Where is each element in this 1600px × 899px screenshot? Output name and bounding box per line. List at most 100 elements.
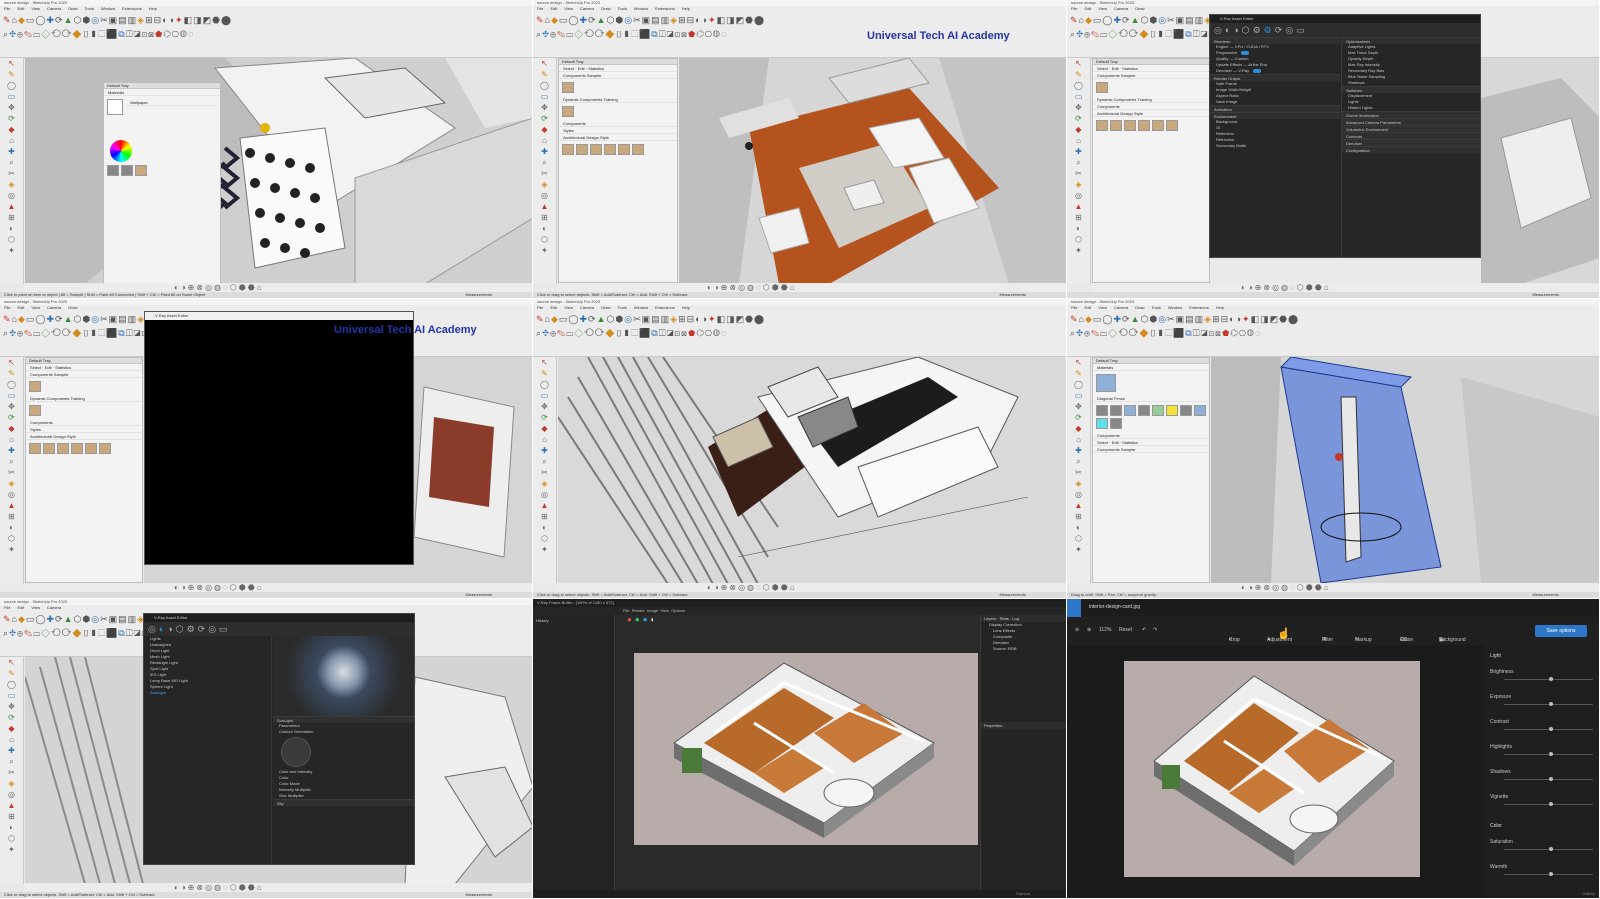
bottom-toolbar[interactable]: ◐◑⊕⊗◎◍◌⬡⬢⬣⌂ — [1091, 283, 1599, 292]
component-item[interactable]: Components Sampler — [1093, 446, 1209, 453]
redo-icon[interactable]: ↷ — [1153, 627, 1157, 633]
vray-editor-toolbar[interactable]: ◎◐◑⬡⚙⚙⟳◎▭ — [1210, 23, 1480, 37]
undo-icon[interactable]: ↶ — [1142, 627, 1146, 633]
toolbar-row-2[interactable]: ⌕✥⊕✎▭◇⟲⟳◆▯▮⬚⬛⧉◫◪⊡⊠⬟⌬⎔◍◌ — [1067, 327, 1599, 339]
vray-section[interactable]: Contours — [1342, 132, 1480, 139]
large-tool-set[interactable]: ↖ ✎ ◯ ▭ ✥ ⟳ ◆ ⌂ ✚ ⌕ ✂ ◈ ◎ ▲ ⊞ ◐ ⬡ ✦ — [1067, 357, 1091, 584]
component-item[interactable]: Dynamic Components Training — [1093, 96, 1209, 103]
material-name[interactable]: Diagonal Fence — [1093, 395, 1209, 402]
model-viewport[interactable] — [679, 58, 1066, 283]
adjustment-slider[interactable] — [1504, 727, 1593, 731]
editor-toolbar[interactable]: ⊖ ⊕ 112% Reset ↶ ↷ ⌗ Crop ✦ Adjustment ⚗… — [1067, 617, 1599, 645]
menu-bar[interactable]: File Edit View Camera Draw Tools Window Extensi… — [533, 6, 1066, 12]
zoom-level[interactable]: 112% — [1099, 627, 1111, 633]
toolbar-row-1[interactable]: ✎⌂◆▭◯✚⟳▲⬡⬢◎✂▣▤▥◈⊞⊟◐◑✦◧◨◩⬣⬤ — [533, 14, 1066, 26]
component-item[interactable]: Components Sampler — [1093, 72, 1209, 79]
vfb-menu[interactable]: File Render Image View Options — [533, 607, 1066, 615]
bottom-toolbar[interactable]: ◐◑⊕⊗◎◍◌⬡⬢⬣⌂ — [24, 283, 532, 292]
slider-knob[interactable] — [1548, 847, 1553, 851]
slider-knob[interactable] — [1548, 752, 1553, 756]
model-viewport[interactable] — [558, 357, 1066, 583]
vray-section[interactable]: Configuration — [1342, 146, 1480, 153]
slider-knob[interactable] — [1548, 702, 1553, 706]
toolbar-row-1[interactable]: ✎⌂◆▭◯✚⟳▲⬡⬢◎✂▣▤▥◈⊞⊟◐◑✦◧◨◩⬣⬤ — [0, 14, 532, 26]
adjustment-slider[interactable] — [1504, 777, 1593, 781]
slider-knob[interactable] — [1548, 677, 1553, 681]
default-tray[interactable]: Default Tray Select · Edit · Statistics … — [1092, 58, 1210, 283]
zoom-out-icon[interactable]: ⊖ — [1075, 627, 1079, 633]
menu-bar[interactable]: File Edit View Camera Draw Tools Window Extensi… — [0, 6, 532, 12]
vray-section[interactable]: Render Output — [1210, 74, 1340, 81]
material-search-field[interactable]: Wallpaper — [126, 99, 217, 106]
vray-row[interactable]: Secondary Matte — [1210, 143, 1340, 149]
large-tool-set[interactable]: ↖ ✎ ◯ ▭ ✥ ⟳ ◆ ⌂ ✚ ⌕ ✂ ◈ ◎ ▲ ⊞ ◐ ⬡ ✦ — [0, 58, 24, 284]
bottom-toolbar[interactable]: ◐◑⊕⊗◎◍◌⬡⬢⬣⌂ — [557, 283, 1066, 292]
default-tray[interactable]: Default Tray Select · Edit · Statistics … — [25, 357, 143, 583]
adjustment-shadows[interactable]: Shadows — [1484, 763, 1599, 788]
reset-button[interactable]: Reset — [1119, 627, 1132, 633]
adjustment-exposure[interactable]: Exposure — [1484, 688, 1599, 713]
vray-asset-editor[interactable]: V-Ray Asset Editor ◎◐◑⬡⚙⟳◎▭ Lights Unass… — [143, 613, 415, 865]
model-viewport[interactable] — [25, 58, 532, 283]
bottom-toolbar[interactable]: ◐◑⊕⊗◎◍◌⬡⬢⬣⌂ — [557, 583, 1066, 592]
slider-knob[interactable] — [1548, 727, 1553, 731]
custom-orientation[interactable]: Custom Orientation — [273, 729, 414, 735]
adjustment-highlights[interactable]: Highlights — [1484, 738, 1599, 763]
vray-section[interactable]: Switches — [1342, 86, 1480, 93]
adjustment-slider[interactable] — [1504, 872, 1593, 876]
large-tool-set[interactable]: ↖ ✎ ◯ ▭ ✥ ⟳ ◆ ⌂ ✚ ⌕ ✂ ◈ ◎ ▲ ⊞ ◐ ⬡ ✦ — [533, 357, 557, 584]
style-name[interactable]: Architectural Design Style — [26, 433, 142, 440]
model-viewport[interactable] — [1481, 58, 1599, 283]
component-item[interactable]: Components Sampler — [26, 371, 142, 378]
materials-section-title[interactable]: Materials — [1093, 364, 1209, 371]
materials-tray[interactable]: Default Tray Materials Diagonal Fence Co… — [1092, 357, 1210, 583]
adjustment-vignette[interactable]: Vignette — [1484, 788, 1599, 813]
styles-section[interactable]: Styles — [559, 127, 677, 134]
color-wheel[interactable] — [110, 140, 132, 162]
default-tray[interactable]: Default Tray Select · Edit · Statistics … — [558, 58, 678, 283]
components-section[interactable]: Components — [1093, 432, 1209, 439]
slider-knob[interactable] — [1548, 777, 1553, 781]
vray-asset-editor[interactable]: V-Ray Asset Editor ◎◐◑⬡⚙⚙⟳◎▭ Renderer En… — [1209, 14, 1481, 258]
adjustment-slider[interactable] — [1504, 847, 1593, 851]
vray-section[interactable]: Animation — [1210, 105, 1340, 112]
bottom-toolbar[interactable]: ◐◑⊕⊗◎◍◌⬡⬢⬣⌂ — [24, 883, 532, 892]
adjustment-slider[interactable] — [1504, 752, 1593, 756]
tray-tabs[interactable]: Select · Edit · Statistics — [1093, 65, 1209, 72]
vray-editor-toolbar[interactable]: ◎◐◑⬡⚙⟳◎▭ — [144, 622, 414, 636]
style-name[interactable]: Architectural Design Style — [1093, 110, 1209, 117]
materials-tray[interactable]: Default Tray Materials Wallpaper — [103, 82, 221, 288]
component-item[interactable]: Dynamic Components Training — [26, 395, 142, 402]
vray-section[interactable]: Global Illumination — [1342, 111, 1480, 118]
vray-section[interactable]: Optimizations — [1342, 37, 1480, 44]
vfb-history-panel[interactable]: History — [533, 615, 615, 890]
materials-section-title[interactable]: Materials — [104, 89, 220, 96]
styles-section[interactable]: Styles — [26, 426, 142, 433]
vray-section[interactable]: Renderer — [1210, 37, 1340, 44]
toolbar-row-1[interactable]: ✎⌂◆▭◯✚⟳▲⬡⬢◎✂▣▤▥◈⊞⊟◐◑✦◧◨◩⬣⬤ — [1067, 313, 1599, 325]
bottom-toolbar[interactable]: ◐◑⊕⊗◎◍◌⬡⬢⬣⌂ — [24, 583, 532, 592]
vray-section[interactable]: Environment — [1210, 112, 1340, 119]
save-options-button[interactable]: Save options — [1535, 625, 1587, 637]
large-tool-set[interactable]: ↖ ✎ ◯ ▭ ✥ ⟳ ◆ ⌂ ✚ ⌕ ✂ ◈ ◎ ▲ ⊞ ◐ ⬡ ✦ — [1067, 58, 1091, 284]
slider-knob[interactable] — [1548, 802, 1553, 806]
large-tool-set[interactable]: ↖ ✎ ◯ ▭ ✥ ⟳ ◆ ⌂ ✚ ⌕ ✂ ◈ ◎ ▲ ⊞ ◐ ⬡ ✦ — [533, 58, 557, 284]
adjustment-warmth[interactable]: Warmth — [1484, 858, 1599, 883]
adjustment-slider[interactable] — [1504, 802, 1593, 806]
style-name[interactable]: Architectural Design Style — [559, 134, 677, 141]
toolbar-row-1[interactable]: ✎⌂◆▭◯✚⟳▲⬡⬢◎✂▣▤▥◈⊞⊟◐◑✦◧◨◩⬣⬤ — [533, 313, 1066, 325]
model-viewport[interactable] — [1211, 357, 1599, 583]
adjustment-slider[interactable] — [1504, 677, 1593, 681]
tray-tabs[interactable]: Select · Edit · Statistics — [26, 364, 142, 371]
layer-item[interactable]: Source: RGB — [981, 646, 1066, 652]
components-section[interactable]: Components — [559, 120, 677, 127]
large-tool-set[interactable]: ↖ ✎ ◯ ▭ ✥ ⟳ ◆ ⌂ ✚ ⌕ ✂ ◈ ◎ ▲ ⊞ ◐ ⬡ ✦ — [0, 657, 24, 884]
vray-frame-buffer-window[interactable]: V-Ray Asset Editor — [144, 311, 414, 565]
adjustment-panel[interactable]: Light Brightness Exposure Contrast Highligh… — [1484, 645, 1599, 898]
toolbar-row-2[interactable]: ⌕✥⊕✎▭◇⟲⟳◆▯▮⬚⬛⧉◫◪⊡⊠⬟⌬⎔◍◌ — [0, 28, 532, 40]
component-item[interactable]: Components Sampler — [559, 72, 677, 79]
menu-bar[interactable]: File Edit View Camera Draw Tools Window Extensi… — [533, 305, 1066, 311]
slider-knob[interactable] — [1548, 872, 1553, 876]
menu-bar[interactable]: File Edit View Camera Draw — [1067, 6, 1599, 12]
tray-tabs[interactable]: Select · Edit · Statistics — [559, 65, 677, 72]
